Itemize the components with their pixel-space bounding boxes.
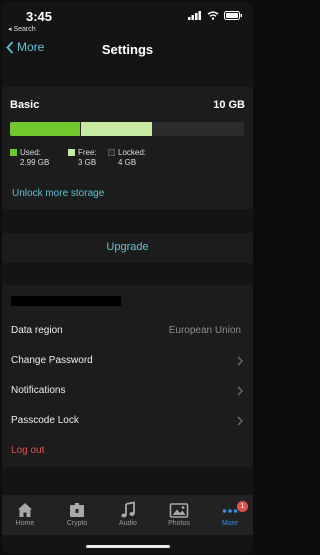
status-time: 3:45 [26, 9, 53, 24]
legend-locked-swatch [108, 149, 115, 156]
notifications-label: Notifications [11, 385, 66, 396]
upgrade-button[interactable]: Upgrade [2, 233, 253, 263]
tab-home-label: Home [15, 520, 35, 527]
notifications-row[interactable]: Notifications [2, 377, 253, 407]
tab-crypto[interactable]: Crypto [57, 501, 97, 527]
home-icon [18, 503, 32, 517]
legend-free-value: 3 GB [78, 158, 97, 167]
storage-free-segment [81, 122, 152, 136]
home-indicator[interactable] [86, 545, 170, 548]
plan-name: Basic [10, 99, 40, 111]
upgrade-label: Upgrade [106, 241, 149, 253]
wifi-icon [207, 11, 219, 20]
phone-screen: 3:45 ◂ Search More Settings Basic 10 GB … [2, 1, 253, 554]
system-icons [188, 11, 243, 20]
battery-icon [224, 11, 242, 20]
back-to-app-link[interactable]: ◂ Search [8, 25, 36, 33]
music-note-icon [121, 501, 135, 518]
tab-crypto-label: Crypto [66, 520, 88, 527]
legend-used-label: Used: [20, 148, 41, 157]
crypto-icon [70, 503, 84, 517]
navigation-bar: More Settings [2, 37, 253, 65]
legend-locked-label: Locked: [118, 148, 147, 157]
storage-usage-bar [10, 122, 244, 136]
data-region-row: Data region European Union [2, 317, 253, 347]
chevron-right-icon [237, 356, 243, 366]
legend-used: Used: 2.99 GB [10, 148, 49, 168]
more-notification-badge: 1 [237, 501, 248, 512]
tab-audio[interactable]: Audio [108, 501, 148, 527]
legend-locked-value: 4 GB [118, 158, 137, 167]
change-password-label: Change Password [11, 355, 93, 366]
storage-card: Basic 10 GB Used: 2.99 GB Free: 3 GB Loc… [2, 87, 253, 209]
legend-locked: Locked: 4 GB [108, 148, 146, 168]
passcode-lock-label: Passcode Lock [11, 415, 79, 426]
plan-total-size: 10 GB [213, 99, 245, 111]
more-icon [222, 509, 238, 513]
settings-list: Data region European Union Change Passwo… [2, 285, 253, 467]
tab-photos-label: Photos [168, 520, 190, 527]
legend-used-value: 2.99 GB [20, 158, 50, 167]
redacted-account-email [11, 296, 121, 306]
unlock-storage-link[interactable]: Unlock more storage [12, 188, 104, 199]
tab-bar: Home Crypto Audio Photos More [2, 495, 253, 535]
status-bar: 3:45 ◂ Search [2, 1, 253, 35]
photos-icon [169, 503, 189, 518]
legend-free-swatch [68, 149, 75, 156]
storage-used-segment [10, 122, 80, 136]
legend-free: Free: 3 GB [68, 148, 97, 168]
legend-free-label: Free: [78, 148, 97, 157]
tab-audio-label: Audio [119, 520, 137, 527]
legend-used-swatch [10, 149, 17, 156]
signal-icon [188, 11, 201, 20]
data-region-label: Data region [11, 325, 63, 336]
tab-home[interactable]: Home [5, 501, 45, 527]
change-password-row[interactable]: Change Password [2, 347, 253, 377]
chevron-right-icon [237, 386, 243, 396]
passcode-lock-row[interactable]: Passcode Lock [2, 407, 253, 437]
tab-more-label: More [222, 520, 238, 527]
logout-button[interactable]: Log out [11, 445, 44, 456]
data-region-value: European Union [168, 325, 241, 336]
tab-photos[interactable]: Photos [159, 501, 199, 527]
page-title: Settings [101, 42, 154, 57]
chevron-right-icon [237, 416, 243, 426]
